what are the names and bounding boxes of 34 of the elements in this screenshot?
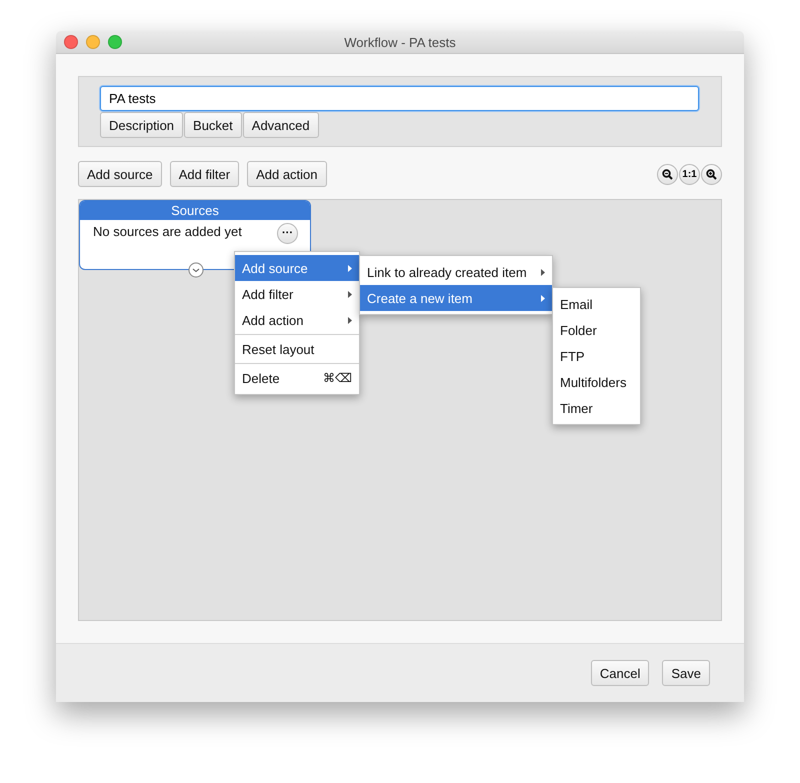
window-title: Workflow - PA tests	[344, 34, 456, 50]
menu-item[interactable]: Link to already created item	[360, 259, 552, 285]
menu-item[interactable]: Create a new item	[360, 285, 552, 311]
dialog-button[interactable]: Save	[662, 660, 710, 686]
tab[interactable]: Bucket	[184, 112, 242, 138]
menu-item[interactable]: Delete ⌘⌫	[235, 365, 359, 391]
shortcut-label: ⌘⌫	[323, 371, 352, 385]
menu-item[interactable]: Reset layout	[235, 336, 359, 362]
toolbar-button[interactable]: Add action	[247, 161, 327, 187]
toolbar-button[interactable]: Add source	[78, 161, 162, 187]
tab[interactable]: Advanced	[242, 112, 319, 138]
menu-item[interactable]: Folder	[553, 317, 640, 343]
reset-zoom-button[interactable]: 1:1	[679, 164, 700, 184]
tab[interactable]: Description	[100, 112, 184, 138]
menu-item[interactable]: Multifolders	[553, 369, 640, 395]
zoom-in-icon	[706, 168, 717, 180]
menu-item[interactable]: FTP	[553, 343, 640, 369]
node-title: Sources	[80, 201, 310, 220]
zoom-out-button[interactable]	[657, 164, 678, 184]
zoom-out-icon	[662, 168, 673, 180]
menu-item[interactable]: Timer	[553, 395, 640, 421]
menu-item[interactable]: Add filter	[235, 281, 359, 307]
dialog-button[interactable]: Cancel	[590, 660, 650, 686]
empty-message: No sources are added yet	[93, 224, 242, 239]
menu-item[interactable]: Email	[553, 291, 640, 317]
close-button[interactable]	[64, 35, 78, 49]
zoom-in-button[interactable]	[701, 164, 722, 184]
name-field[interactable]: PA tests	[100, 86, 699, 111]
menu-item[interactable]: Add action	[235, 307, 359, 333]
connector-port-icon[interactable]	[188, 262, 204, 278]
toolbar-button[interactable]: Add filter	[170, 161, 240, 187]
zoom-button[interactable]	[108, 35, 122, 49]
menu-item[interactable]: Add source	[235, 255, 359, 281]
more-button[interactable]: ···	[277, 223, 298, 244]
